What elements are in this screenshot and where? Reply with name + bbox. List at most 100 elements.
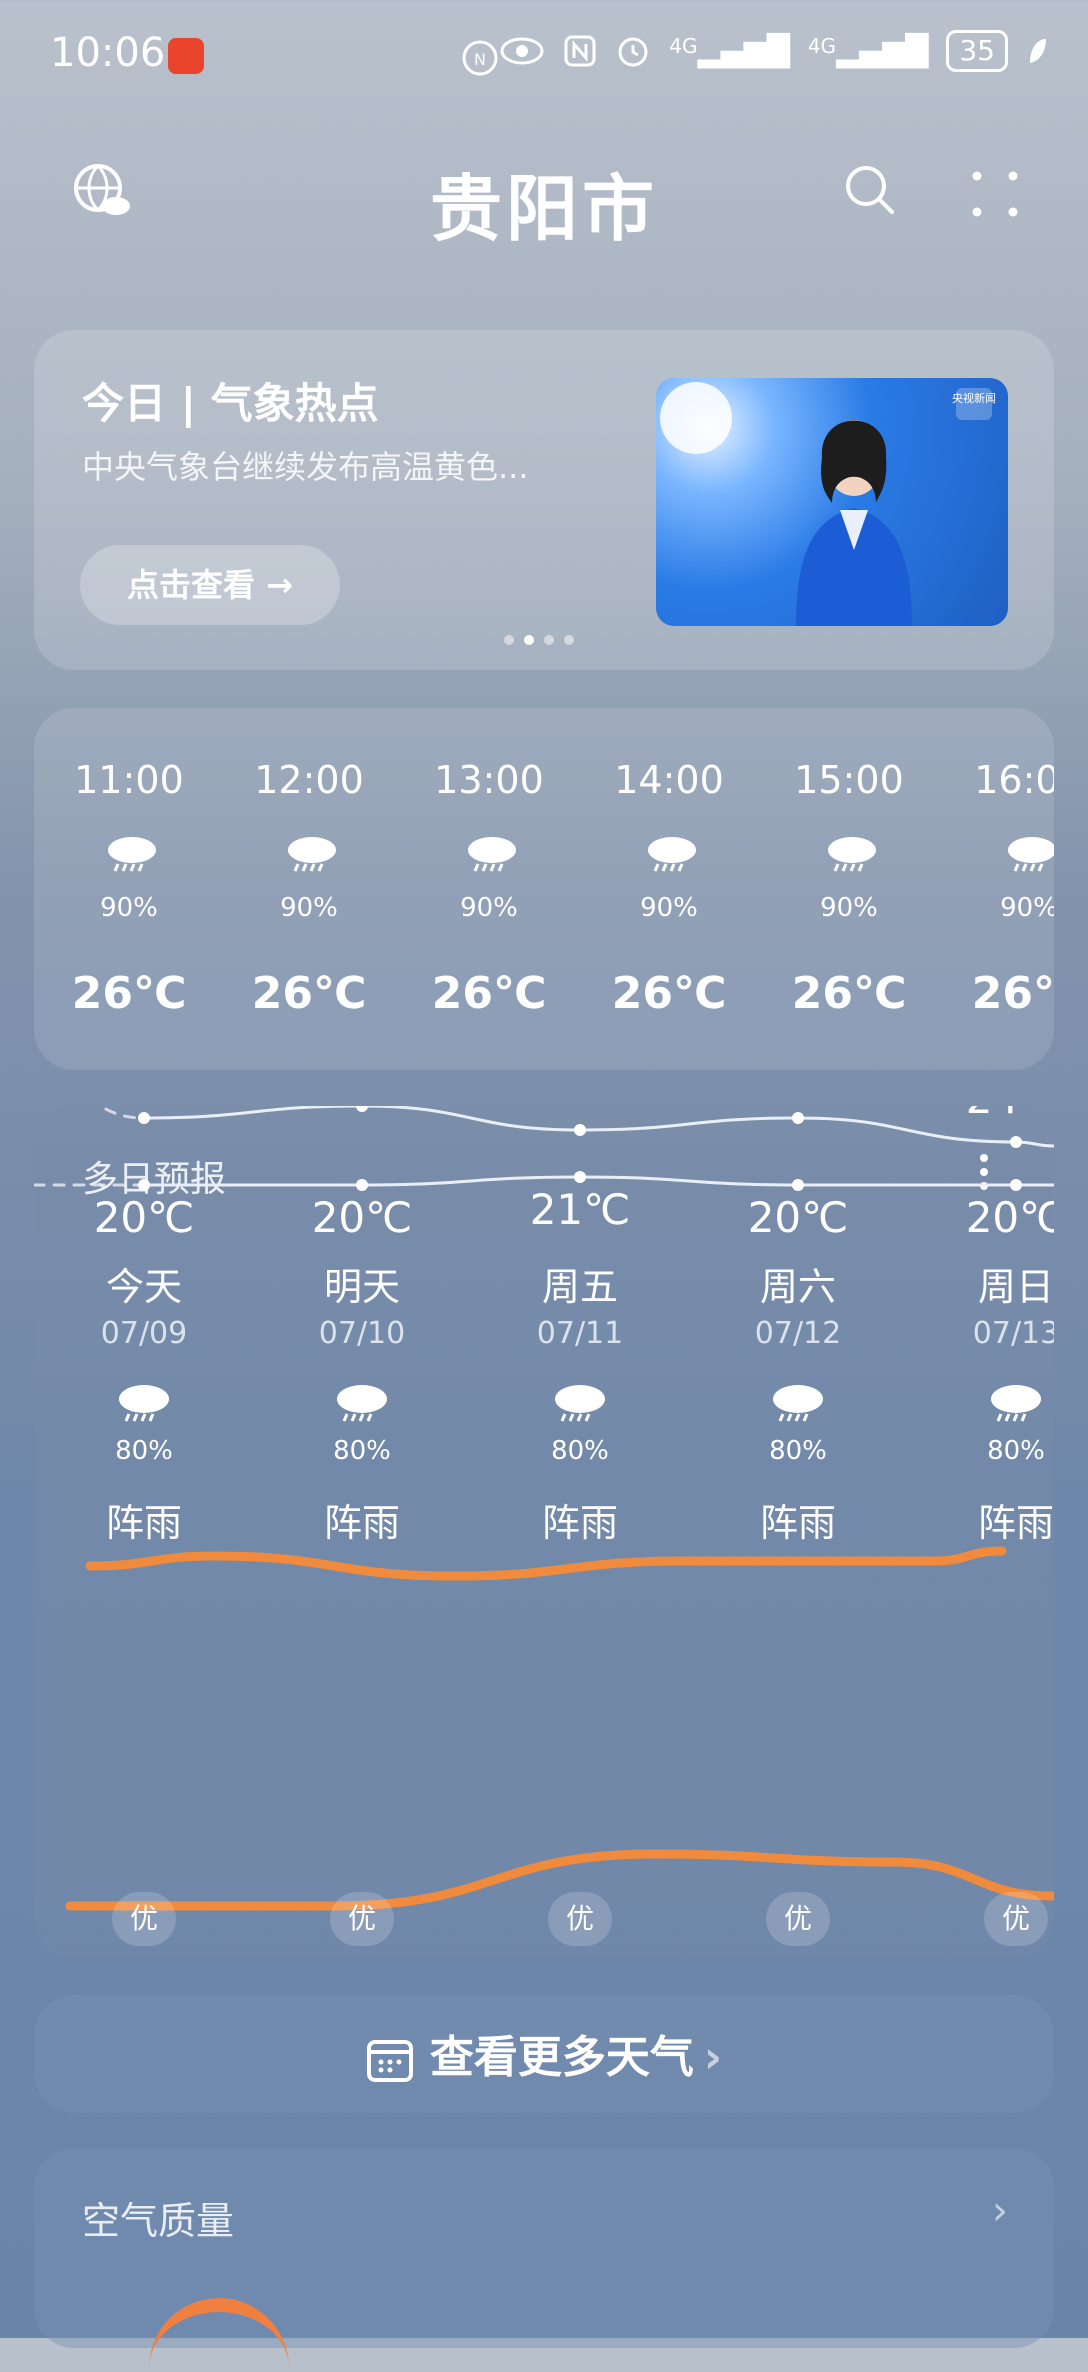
news-presenter-image: 央视新闻 xyxy=(660,382,996,626)
carousel-dot-active xyxy=(524,635,534,645)
hourly-time: 16:00 xyxy=(974,758,1054,802)
status-bar: 10:06 N 4G▂▄▆█ 4G▂▄▆█ 35 xyxy=(0,0,1088,110)
high-temp-point xyxy=(574,1124,586,1136)
rain-cloud-icon xyxy=(108,837,156,872)
high-temp-point xyxy=(138,1112,150,1124)
air-quality-gauge xyxy=(149,2298,289,2372)
news-subtitle: 中央气象台继续发布高温黄色... xyxy=(82,448,529,486)
rain-cloud-icon xyxy=(773,1385,823,1422)
hourly-temp: 26℃ xyxy=(431,968,547,1019)
network-label: 4G xyxy=(669,33,698,58)
hourly-precip-prob: 90% xyxy=(100,893,158,923)
calendar-icon xyxy=(366,2040,413,2082)
pill-icon: N xyxy=(462,40,498,76)
air-quality-card[interactable]: 空气质量 › xyxy=(34,2148,1054,2348)
high-temp-point xyxy=(792,1112,804,1124)
day-air-quality-badge: 优 xyxy=(112,1892,176,1946)
day-high-temp: 24℃ xyxy=(906,1106,1054,1123)
rain-cloud-icon xyxy=(555,1385,605,1422)
hourly-temp: 26℃ xyxy=(971,968,1054,1019)
chevron-right-icon[interactable]: › xyxy=(992,2188,1008,2234)
low-temp-point xyxy=(356,1179,368,1191)
search-icon[interactable] xyxy=(840,160,900,220)
day-low-temp: 20℃ xyxy=(965,1193,1054,1242)
battery-indicator: 35 xyxy=(946,30,1008,72)
high-temp-point xyxy=(356,1106,368,1112)
day-precip-prob: 80% xyxy=(769,1436,827,1466)
rain-cloud-icon xyxy=(991,1385,1041,1422)
day-name: 今天 xyxy=(105,1265,182,1309)
low-temp-point xyxy=(1010,1179,1022,1191)
rain-cloud-icon xyxy=(288,837,336,872)
daily-scroll[interactable]: 今天07/0980%阵雨26℃20℃优明天07/1080%阵雨27℃20℃优周五… xyxy=(34,1106,1054,1958)
day-date: 07/12 xyxy=(754,1316,842,1351)
day-low-temp: 20℃ xyxy=(311,1193,413,1242)
signal-icon-2: 4G▂▄▆█ xyxy=(807,33,929,69)
rain-cloud-icon xyxy=(468,837,516,872)
alarm-icon xyxy=(618,37,648,67)
hourly-time: 12:00 xyxy=(254,758,364,802)
low-temp-line xyxy=(142,1175,1054,1187)
nfc-icon xyxy=(564,35,596,67)
carousel-dot xyxy=(564,635,574,645)
rain-cloud-icon xyxy=(1008,837,1054,872)
news-thumbnail[interactable]: 央视新闻 xyxy=(656,378,1008,626)
low-temp-point xyxy=(574,1171,586,1183)
header: 贵阳市 xyxy=(0,120,1088,260)
more-weather-row: 查看更多天气 › xyxy=(34,2021,1054,2085)
hourly-scroll[interactable]: 11:00 90% 26℃ 12:00 90% 26℃ 13:00 90% 26℃ 14:00 90… xyxy=(34,708,1054,1070)
day-date: 07/11 xyxy=(536,1316,624,1351)
news-view-button[interactable]: 点击查看 → xyxy=(80,545,340,625)
hourly-time: 15:00 xyxy=(794,758,904,802)
daily-forecast-card[interactable]: 多日预报 今天07/0980%阵雨26℃20℃优明天07/1080%阵雨27℃2… xyxy=(34,1106,1054,1958)
hourly-precip-prob: 90% xyxy=(280,893,338,923)
day-name: 明天 xyxy=(323,1265,400,1309)
status-icons: 4G▂▄▆█ 4G▂▄▆█ 35 xyxy=(499,30,1048,72)
day-name: 周日 xyxy=(977,1265,1054,1309)
hourly-time: 11:00 xyxy=(74,758,184,802)
day-condition: 阵雨 xyxy=(977,1501,1054,1545)
day-date: 07/09 xyxy=(100,1316,188,1351)
rain-cloud-icon xyxy=(119,1385,169,1422)
day-condition: 阵雨 xyxy=(323,1501,400,1545)
day-air-quality-badge: 优 xyxy=(548,1892,612,1946)
day-name: 周六 xyxy=(759,1265,836,1309)
day-precip-prob: 80% xyxy=(551,1436,609,1466)
highlight-stroke-top xyxy=(85,1546,1007,1581)
hourly-time: 14:00 xyxy=(614,758,724,802)
rain-cloud-icon xyxy=(828,837,876,872)
day-low-temp: 21℃ xyxy=(529,1185,631,1234)
news-card[interactable]: 今日 | 气象热点 中央气象台继续发布高温黄色... 点击查看 → 央视新闻 xyxy=(34,330,1054,670)
day-air-quality-badge: 优 xyxy=(984,1892,1048,1946)
hourly-temp: 26℃ xyxy=(791,968,907,1019)
leaf-icon xyxy=(1030,39,1046,63)
high-temp-lead-line xyxy=(97,1106,146,1120)
carousel-dot xyxy=(504,635,514,645)
day-precip-prob: 80% xyxy=(987,1436,1045,1466)
rain-cloud-icon xyxy=(648,837,696,872)
low-temp-point xyxy=(138,1179,150,1191)
eye-icon xyxy=(500,37,544,65)
more-weather-button[interactable]: 查看更多天气 › xyxy=(34,1995,1054,2113)
more-icon[interactable] xyxy=(965,164,1025,224)
app-notification-icon xyxy=(168,38,204,74)
signal-icon: 4G▂▄▆█ xyxy=(669,33,790,69)
network-label-2: 4G xyxy=(807,33,837,58)
day-precip-prob: 80% xyxy=(333,1436,391,1466)
hourly-precip-prob: 90% xyxy=(460,893,518,923)
hourly-temp: 26℃ xyxy=(71,968,187,1019)
day-date: 07/13 xyxy=(972,1316,1054,1351)
day-air-quality-badge: 优 xyxy=(766,1892,830,1946)
day-date: 07/10 xyxy=(318,1316,406,1351)
hourly-time: 13:00 xyxy=(434,758,544,802)
more-weather-label: 查看更多天气 xyxy=(429,2032,694,2083)
day-condition: 阵雨 xyxy=(105,1501,182,1545)
day-low-temp: 20℃ xyxy=(747,1193,849,1242)
day-air-quality-badge: 优 xyxy=(330,1892,394,1946)
day-condition: 阵雨 xyxy=(759,1501,836,1545)
svg-text:N: N xyxy=(474,50,486,69)
hourly-forecast-card[interactable]: 11:00 90% 26℃ 12:00 90% 26℃ 13:00 90% 26℃ 14:00 90… xyxy=(34,708,1054,1070)
hourly-precip-prob: 90% xyxy=(820,893,878,923)
day-high-temp: 25℃ xyxy=(470,1106,690,1111)
hourly-precip-prob: 90% xyxy=(1000,893,1054,923)
